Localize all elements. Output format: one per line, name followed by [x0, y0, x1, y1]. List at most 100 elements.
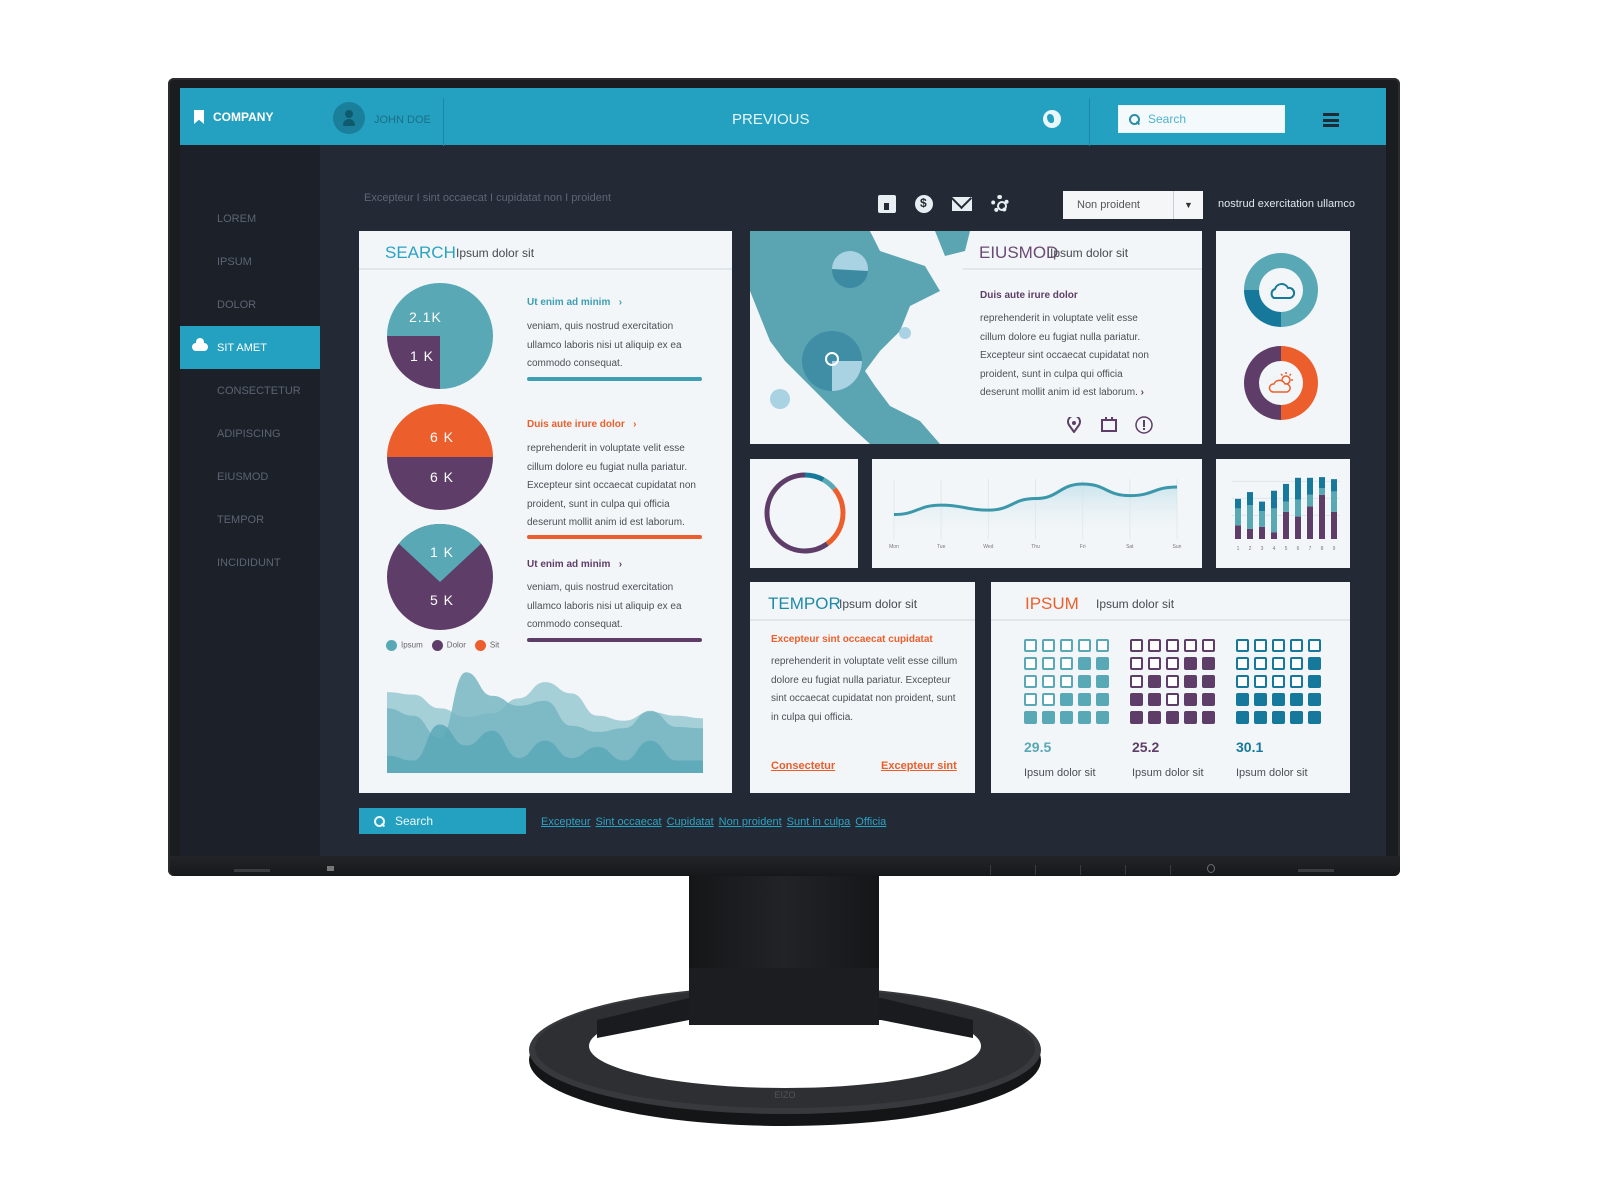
quick-link[interactable]: Sunt in culpa — [787, 816, 851, 828]
map-card: EIUSMOD Ipsum dolor sit Duis aute irure … — [750, 231, 1202, 444]
calendar-icon[interactable] — [878, 195, 896, 213]
bar-segment — [1295, 516, 1301, 539]
company-logo[interactable]: COMPANY — [194, 110, 273, 124]
monitor-button[interactable] — [1080, 865, 1081, 875]
waffle-cell — [1254, 711, 1267, 724]
top-search-input[interactable] — [1148, 112, 1268, 126]
waffle-cell — [1184, 657, 1197, 670]
waffle-cell — [1024, 675, 1037, 688]
map-card-body: reprehenderit in voluptate velit esse ci… — [980, 313, 1149, 398]
stat-label: Ipsum dolor sit — [1132, 767, 1204, 779]
x-tick-label: 5 — [1285, 546, 1288, 552]
sidebar-item-sit-amet[interactable]: SIT AMET — [180, 326, 320, 369]
user-name[interactable]: JOHN DOE — [374, 114, 431, 126]
stat-value: 25.2 — [1132, 739, 1160, 755]
waffle-cell — [1042, 639, 1055, 652]
power-button-icon[interactable] — [1207, 864, 1215, 873]
bookmark-icon — [194, 110, 204, 124]
sidebar-item-ipsum[interactable]: IPSUM — [180, 240, 320, 283]
sidebar-item-adipiscing[interactable]: ADIPISCING — [180, 412, 320, 455]
waffle-cell — [1290, 711, 1303, 724]
bar-segment — [1331, 511, 1337, 539]
waffle-cell — [1254, 675, 1267, 688]
waffle-cell — [1166, 657, 1179, 670]
waffle-cell — [1078, 675, 1091, 688]
monitor-bezel-bottom — [170, 856, 1400, 876]
filter-select[interactable]: Non proident ▼ — [1063, 191, 1203, 219]
waffle-cell — [1060, 675, 1073, 688]
waffle-cell — [1130, 675, 1143, 688]
sidebar-item-lorem[interactable]: LOREM — [180, 197, 320, 240]
sidebar-item-incididunt[interactable]: INCIDIDUNT — [180, 541, 320, 584]
quick-link[interactable]: Officia — [855, 816, 886, 828]
sidebar-item-tempor[interactable]: TEMPOR — [180, 498, 320, 541]
pie-label: 5 K — [430, 592, 455, 608]
bar-segment — [1271, 508, 1277, 533]
map-pin-icon[interactable] — [1067, 417, 1081, 433]
quick-link[interactable]: Sint occaecat — [596, 816, 662, 828]
globe-icon[interactable] — [1043, 110, 1061, 128]
waffle-cell — [1148, 639, 1161, 652]
bar-chart: 1 2 3 4 5 6 7 8 9 — [1232, 477, 1340, 552]
waffle-cell — [1236, 693, 1249, 706]
bottom-search-button[interactable]: Search — [359, 808, 526, 834]
waffle-cell — [1130, 639, 1143, 652]
monitor-button[interactable] — [1035, 865, 1036, 875]
sidebar-item-dolor[interactable]: DOLOR — [180, 283, 320, 326]
menu-icon[interactable] — [1323, 113, 1339, 127]
card-header: IPSUM Ipsum dolor sit — [991, 582, 1350, 621]
waffle-cell — [1272, 711, 1285, 724]
pie-label: 1 K — [410, 348, 435, 364]
x-tick-label: Thu — [1031, 544, 1040, 550]
sidebar-item-eiusmod[interactable]: EIUSMOD — [180, 455, 320, 498]
x-tick-label: Sun — [1173, 544, 1182, 550]
consectetur-link[interactable]: Consectetur — [771, 760, 835, 772]
x-tick-label: Sat — [1126, 544, 1134, 550]
gear-icon[interactable] — [991, 195, 1009, 213]
waffle-cell — [1236, 675, 1249, 688]
mail-icon[interactable] — [952, 197, 972, 211]
coin-icon[interactable] — [915, 195, 933, 213]
waffle-cell — [1308, 657, 1321, 670]
monitor-button[interactable] — [1170, 865, 1171, 875]
select-value: Non proident — [1077, 199, 1140, 211]
calendar-icon[interactable] — [1101, 417, 1117, 432]
item-body: veniam, quis nostrud exercitation ullamc… — [527, 582, 682, 630]
sidebar-item-consectetur[interactable]: CONSECTETUR — [180, 369, 320, 412]
monitor-button[interactable] — [990, 865, 991, 875]
sidebar: LOREM IPSUM DOLOR SIT AMET CONSECTETUR A… — [180, 145, 320, 856]
bar-segment — [1295, 477, 1301, 500]
quick-link[interactable]: Cupidatat — [667, 816, 714, 828]
top-search-box[interactable] — [1118, 105, 1285, 133]
previous-button[interactable]: PREVIOUS — [732, 111, 810, 128]
alert-icon[interactable] — [1135, 416, 1153, 434]
x-tick-label: 4 — [1273, 546, 1276, 552]
stat-value: 30.1 — [1236, 739, 1264, 755]
excepteur-sint-link[interactable]: Excepteur sint — [881, 760, 957, 772]
waffle-chart — [1024, 639, 1109, 724]
bar-segment — [1307, 506, 1313, 539]
x-tick-label: Mon — [889, 544, 899, 550]
breadcrumb[interactable]: Excepteur I sint occaecat I cupidatat no… — [364, 192, 611, 204]
item-link[interactable]: Ut enim ad minim › — [527, 297, 622, 308]
waffle-cell — [1148, 711, 1161, 724]
x-tick-label: 9 — [1333, 546, 1336, 552]
pie-chart — [387, 283, 493, 389]
quick-link[interactable]: Non proident — [719, 816, 782, 828]
sidebar-item-label: IPSUM — [217, 255, 252, 268]
waffle-cell — [1024, 693, 1037, 706]
waffle-cell — [1184, 639, 1197, 652]
bar-segment — [1331, 479, 1337, 492]
avatar[interactable] — [333, 102, 365, 134]
toolbar-text: nostrud exercitation ullamco — [1218, 198, 1355, 210]
bar-segment — [1283, 483, 1289, 502]
ring-chart-card — [750, 459, 858, 568]
cloud-icon — [192, 338, 208, 351]
sidebar-item-label: ADIPISCING — [217, 427, 281, 440]
monitor-button[interactable] — [1125, 865, 1126, 875]
waffle-cell — [1166, 675, 1179, 688]
item-link[interactable]: Ut enim ad minim › — [527, 559, 622, 570]
item-link[interactable]: Duis aute irure dolor › — [527, 419, 636, 430]
quick-link[interactable]: Excepteur — [541, 816, 591, 828]
chevron-down-icon: ▼ — [1173, 191, 1203, 219]
